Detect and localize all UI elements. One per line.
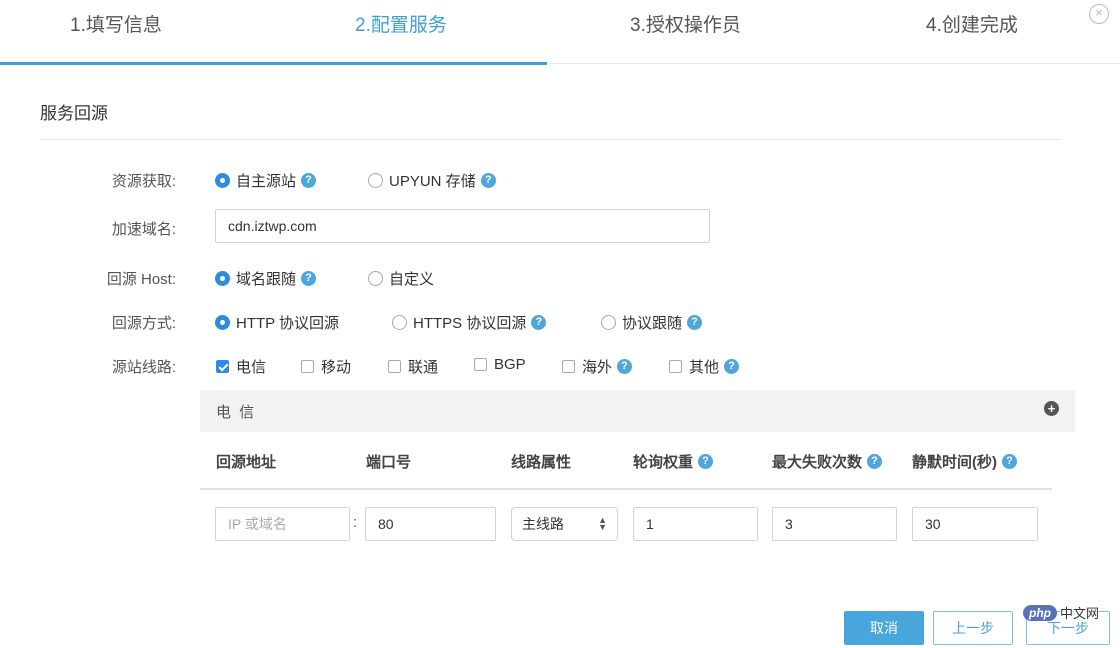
question-circle-icon[interactable]: ? [687, 315, 703, 330]
radio-https-origin[interactable]: HTTPS 协议回源 ? [392, 312, 547, 333]
checkbox-label: BGP [494, 356, 526, 373]
weight-input[interactable] [633, 507, 758, 541]
port-input[interactable] [365, 507, 496, 541]
col-port: 端口号 [366, 451, 411, 472]
question-circle-icon[interactable]: ? [867, 454, 883, 469]
radio-dot [215, 173, 230, 188]
watermark-logo: php [1023, 604, 1057, 621]
section-title: 服务回源 [40, 104, 108, 123]
telecom-panel-header: 电 信 + [200, 390, 1075, 432]
lines-label: 源站线路: [111, 359, 176, 376]
select-value: 主线路 [522, 516, 564, 532]
col-silence-time: 静默时间(秒)? [912, 451, 1017, 472]
php-cn-watermark: php 中文网 [1023, 603, 1100, 622]
col-label: 最大失败次数 [772, 454, 863, 471]
checkbox-label: 联通 [408, 359, 439, 376]
checkbox-box [301, 360, 314, 373]
question-circle-icon[interactable]: ? [301, 271, 317, 286]
resource-label: 资源获取: [111, 173, 176, 190]
col-line-type: 线路属性 [511, 451, 571, 472]
question-circle-icon[interactable]: ? [480, 173, 496, 188]
section-divider [40, 139, 1062, 140]
close-icon[interactable]: × [1089, 4, 1109, 24]
prev-step-button[interactable]: 上一步 [933, 611, 1013, 645]
checkbox-bgp[interactable]: BGP [474, 356, 526, 373]
domain-input[interactable] [215, 209, 710, 243]
radio-dot [215, 315, 230, 330]
radio-label: 协议跟随 [622, 315, 683, 332]
col-label: 线路属性 [511, 454, 572, 471]
col-max-fails: 最大失败次数? [772, 451, 883, 472]
watermark-text: 中文网 [1060, 603, 1100, 622]
radio-upyun-storage[interactable]: UPYUN 存储 ? [368, 170, 496, 191]
checkbox-overseas[interactable]: 海外 ? [562, 356, 633, 377]
radio-domain-follow[interactable]: 域名跟随 ? [215, 268, 317, 289]
radio-label: HTTPS 协议回源 [413, 315, 527, 332]
host-label: 回源 Host: [106, 271, 176, 288]
method-label: 回源方式: [111, 315, 176, 332]
cancel-button[interactable]: 取消 [844, 611, 924, 645]
radio-label: 自定义 [389, 271, 435, 288]
radio-label: HTTP 协议回源 [236, 315, 340, 332]
checkbox-unicom[interactable]: 联通 [388, 356, 438, 377]
col-label: 静默时间(秒) [912, 454, 997, 471]
radio-dot [368, 271, 383, 286]
step-configure-service[interactable]: 2.配置服务 [355, 10, 447, 37]
checkbox-box [669, 360, 682, 373]
step-authorize-operator[interactable]: 3.授权操作员 [630, 10, 741, 37]
step-complete[interactable]: 4.创建完成 [926, 10, 1018, 37]
col-label: 轮询权重 [633, 454, 694, 471]
col-origin-address: 回源地址 [216, 451, 276, 472]
radio-http-origin[interactable]: HTTP 协议回源 [215, 312, 339, 333]
question-circle-icon[interactable]: ? [301, 173, 317, 188]
radio-self-origin[interactable]: 自主源站 ? [215, 170, 317, 191]
panel-title: 电 信 [216, 404, 257, 421]
checkbox-box [562, 360, 575, 373]
radio-dot [601, 315, 616, 330]
checkbox-other[interactable]: 其他 ? [669, 356, 740, 377]
step-fill-info[interactable]: 1.填写信息 [70, 10, 162, 37]
radio-dot [392, 315, 407, 330]
checkbox-box [474, 358, 487, 371]
checkbox-mobile[interactable]: 移动 [301, 356, 351, 377]
checkbox-label: 海外 [582, 359, 613, 376]
question-circle-icon[interactable]: ? [698, 454, 714, 469]
sort-arrows-icon: ▲ ▼ [598, 515, 607, 532]
checkbox-label: 移动 [321, 359, 352, 376]
radio-label: 自主源站 [236, 173, 297, 190]
radio-custom-host[interactable]: 自定义 [368, 268, 434, 289]
max-fails-input[interactable] [772, 507, 897, 541]
domain-label: 加速域名: [111, 221, 176, 238]
origin-address-input[interactable] [215, 507, 350, 541]
question-circle-icon[interactable]: ? [531, 315, 547, 330]
table-divider [200, 488, 1052, 490]
address-port-separator: : [353, 514, 358, 531]
checkbox-box [388, 360, 401, 373]
col-label: 回源地址 [216, 454, 277, 471]
question-circle-icon[interactable]: ? [1002, 454, 1017, 469]
checkbox-telecom[interactable]: 电信 [216, 356, 266, 377]
question-circle-icon[interactable]: ? [617, 359, 633, 374]
col-label: 端口号 [366, 454, 412, 471]
question-circle-icon[interactable]: ? [724, 359, 740, 374]
radio-dot [215, 271, 230, 286]
radio-dot [368, 173, 383, 188]
radio-label: 域名跟随 [236, 271, 297, 288]
radio-label: UPYUN 存储 [389, 173, 476, 190]
col-weight: 轮询权重? [633, 451, 714, 472]
checkbox-box [216, 360, 229, 373]
active-step-indicator [0, 62, 547, 65]
radio-protocol-follow[interactable]: 协议跟随 ? [601, 312, 703, 333]
checkbox-label: 其他 [689, 359, 720, 376]
plus-circle-icon[interactable]: + [1044, 401, 1059, 416]
line-type-select[interactable]: 主线路 ▲ ▼ [511, 507, 618, 541]
silence-time-input[interactable] [912, 507, 1038, 541]
checkbox-label: 电信 [236, 359, 267, 376]
step-wizard: 1.填写信息 2.配置服务 3.授权操作员 4.创建完成 [0, 0, 1120, 66]
